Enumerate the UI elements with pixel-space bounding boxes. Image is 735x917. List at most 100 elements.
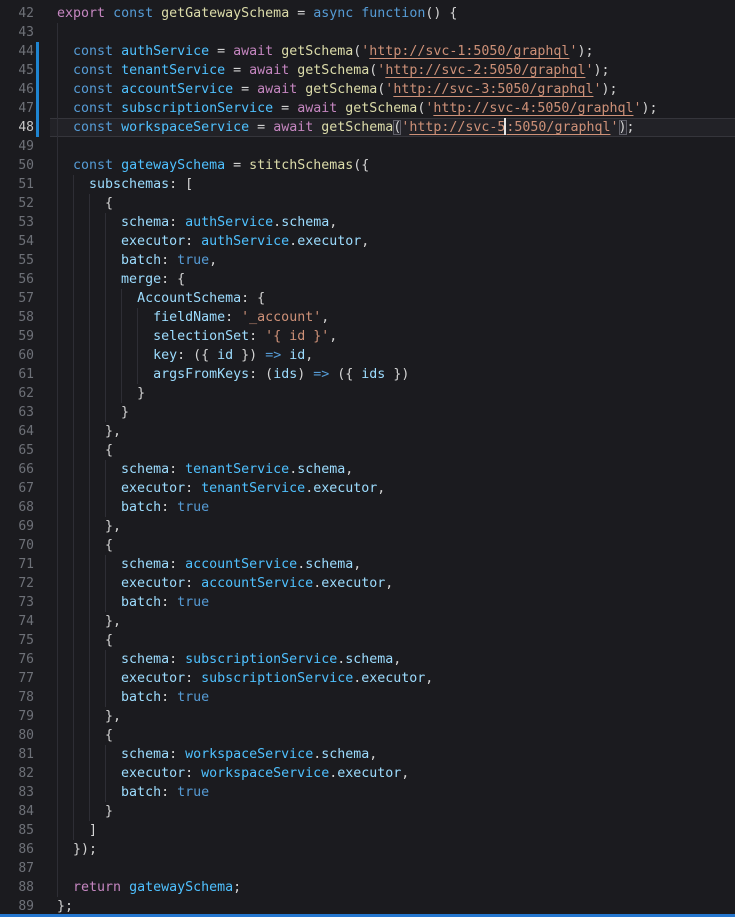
line-number[interactable]: 57 <box>0 289 34 308</box>
code-line[interactable]: 64 }, <box>0 422 735 441</box>
code-line-body[interactable]: return gatewaySchema; <box>50 878 735 897</box>
code-line-body[interactable]: const workspaceService = await getSchema… <box>50 118 735 137</box>
code-line[interactable]: 76 schema: subscriptionService.schema, <box>0 650 735 669</box>
code-line-body[interactable]: { <box>50 726 735 745</box>
code-line-body[interactable]: schema: subscriptionService.schema, <box>50 650 735 669</box>
line-number[interactable]: 42 <box>0 4 34 23</box>
git-modified-indicator[interactable] <box>36 61 39 80</box>
code-line[interactable]: 56 merge: { <box>0 270 735 289</box>
code-line-body[interactable]: } <box>50 403 735 422</box>
line-number[interactable]: 58 <box>0 308 34 327</box>
code-line-body[interactable]: executor: tenantService.executor, <box>50 479 735 498</box>
code-line[interactable]: 53 schema: authService.schema, <box>0 213 735 232</box>
line-number[interactable]: 66 <box>0 460 34 479</box>
line-number[interactable]: 43 <box>0 23 34 42</box>
code-line-body[interactable]: batch: true <box>50 783 735 802</box>
code-line-body[interactable]: selectionSet: '{ id }', <box>50 327 735 346</box>
code-line-body[interactable]: fieldName: '_account', <box>50 308 735 327</box>
code-line-body[interactable] <box>50 23 735 42</box>
code-line-body[interactable]: }, <box>50 517 735 536</box>
code-line-body[interactable]: } <box>50 384 735 403</box>
line-number[interactable]: 81 <box>0 745 34 764</box>
line-number[interactable]: 72 <box>0 574 34 593</box>
code-line-body[interactable]: ] <box>50 821 735 840</box>
code-line[interactable]: 70 { <box>0 536 735 555</box>
code-line-body[interactable]: const gatewaySchema = stitchSchemas({ <box>50 156 735 175</box>
code-line-body[interactable]: AccountSchema: { <box>50 289 735 308</box>
code-line-body[interactable]: executor: subscriptionService.executor, <box>50 669 735 688</box>
code-line[interactable]: 46 const accountService = await getSchem… <box>0 80 735 99</box>
code-line[interactable]: 83 batch: true <box>0 783 735 802</box>
code-line-body[interactable]: schema: authService.schema, <box>50 213 735 232</box>
code-line-body[interactable]: } <box>50 802 735 821</box>
code-line-body[interactable]: const subscriptionService = await getSch… <box>50 99 735 118</box>
code-line[interactable]: 82 executor: workspaceService.executor, <box>0 764 735 783</box>
code-line[interactable]: 75 { <box>0 631 735 650</box>
code-line-body[interactable]: const accountService = await getSchema('… <box>50 80 735 99</box>
code-line-body[interactable]: }, <box>50 707 735 726</box>
code-line[interactable]: 60 key: ({ id }) => id, <box>0 346 735 365</box>
line-number[interactable]: 52 <box>0 194 34 213</box>
code-line[interactable]: 62 } <box>0 384 735 403</box>
code-line[interactable]: 63 } <box>0 403 735 422</box>
line-number[interactable]: 75 <box>0 631 34 650</box>
code-line[interactable]: 44 const authService = await getSchema('… <box>0 42 735 61</box>
code-line[interactable]: 77 executor: subscriptionService.executo… <box>0 669 735 688</box>
code-line-body[interactable]: schema: workspaceService.schema, <box>50 745 735 764</box>
code-line[interactable]: 81 schema: workspaceService.schema, <box>0 745 735 764</box>
code-line-body[interactable]: { <box>50 194 735 213</box>
code-line-body[interactable]: executor: workspaceService.executor, <box>50 764 735 783</box>
code-line[interactable]: 80 { <box>0 726 735 745</box>
code-line[interactable]: 45 const tenantService = await getSchema… <box>0 61 735 80</box>
line-number[interactable]: 60 <box>0 346 34 365</box>
git-modified-indicator[interactable] <box>36 118 39 137</box>
code-line[interactable]: 87 <box>0 859 735 878</box>
line-number[interactable]: 87 <box>0 859 34 878</box>
line-number[interactable]: 50 <box>0 156 34 175</box>
code-line[interactable]: 85 ] <box>0 821 735 840</box>
line-number[interactable]: 67 <box>0 479 34 498</box>
line-number[interactable]: 55 <box>0 251 34 270</box>
line-number[interactable]: 56 <box>0 270 34 289</box>
code-line[interactable]: 57 AccountSchema: { <box>0 289 735 308</box>
code-line-body[interactable]: }, <box>50 612 735 631</box>
code-line[interactable]: 84 } <box>0 802 735 821</box>
code-line-body[interactable]: { <box>50 631 735 650</box>
code-line[interactable]: 49 <box>0 137 735 156</box>
code-line[interactable]: 58 fieldName: '_account', <box>0 308 735 327</box>
code-line-body[interactable]: { <box>50 441 735 460</box>
code-line[interactable]: 65 { <box>0 441 735 460</box>
code-line[interactable]: 55 batch: true, <box>0 251 735 270</box>
line-number[interactable]: 78 <box>0 688 34 707</box>
code-line[interactable]: 79 }, <box>0 707 735 726</box>
line-number[interactable]: 71 <box>0 555 34 574</box>
line-number[interactable]: 54 <box>0 232 34 251</box>
line-number[interactable]: 46 <box>0 80 34 99</box>
code-line-body[interactable]: schema: accountService.schema, <box>50 555 735 574</box>
code-line-body[interactable]: key: ({ id }) => id, <box>50 346 735 365</box>
line-number[interactable]: 63 <box>0 403 34 422</box>
code-line-body[interactable]: batch: true <box>50 498 735 517</box>
line-number[interactable]: 79 <box>0 707 34 726</box>
code-line[interactable]: 67 executor: tenantService.executor, <box>0 479 735 498</box>
line-number[interactable]: 76 <box>0 650 34 669</box>
code-line-body[interactable]: executor: accountService.executor, <box>50 574 735 593</box>
code-line[interactable]: 59 selectionSet: '{ id }', <box>0 327 735 346</box>
line-number[interactable]: 73 <box>0 593 34 612</box>
git-modified-indicator[interactable] <box>36 99 39 118</box>
code-line[interactable]: 78 batch: true <box>0 688 735 707</box>
git-modified-indicator[interactable] <box>36 42 39 61</box>
code-line[interactable]: 61 argsFromKeys: (ids) => ({ ids }) <box>0 365 735 384</box>
code-line[interactable]: 68 batch: true <box>0 498 735 517</box>
git-modified-indicator[interactable] <box>36 80 39 99</box>
line-number[interactable]: 86 <box>0 840 34 859</box>
line-number[interactable]: 82 <box>0 764 34 783</box>
line-number[interactable]: 47 <box>0 99 34 118</box>
code-line[interactable]: 43 <box>0 23 735 42</box>
code-line[interactable]: 54 executor: authService.executor, <box>0 232 735 251</box>
code-line[interactable]: 86 }); <box>0 840 735 859</box>
line-number[interactable]: 61 <box>0 365 34 384</box>
code-line-body[interactable]: export const getGatewaySchema = async fu… <box>50 4 735 23</box>
line-number[interactable]: 45 <box>0 61 34 80</box>
code-line[interactable]: 42 export const getGatewaySchema = async … <box>0 4 735 23</box>
